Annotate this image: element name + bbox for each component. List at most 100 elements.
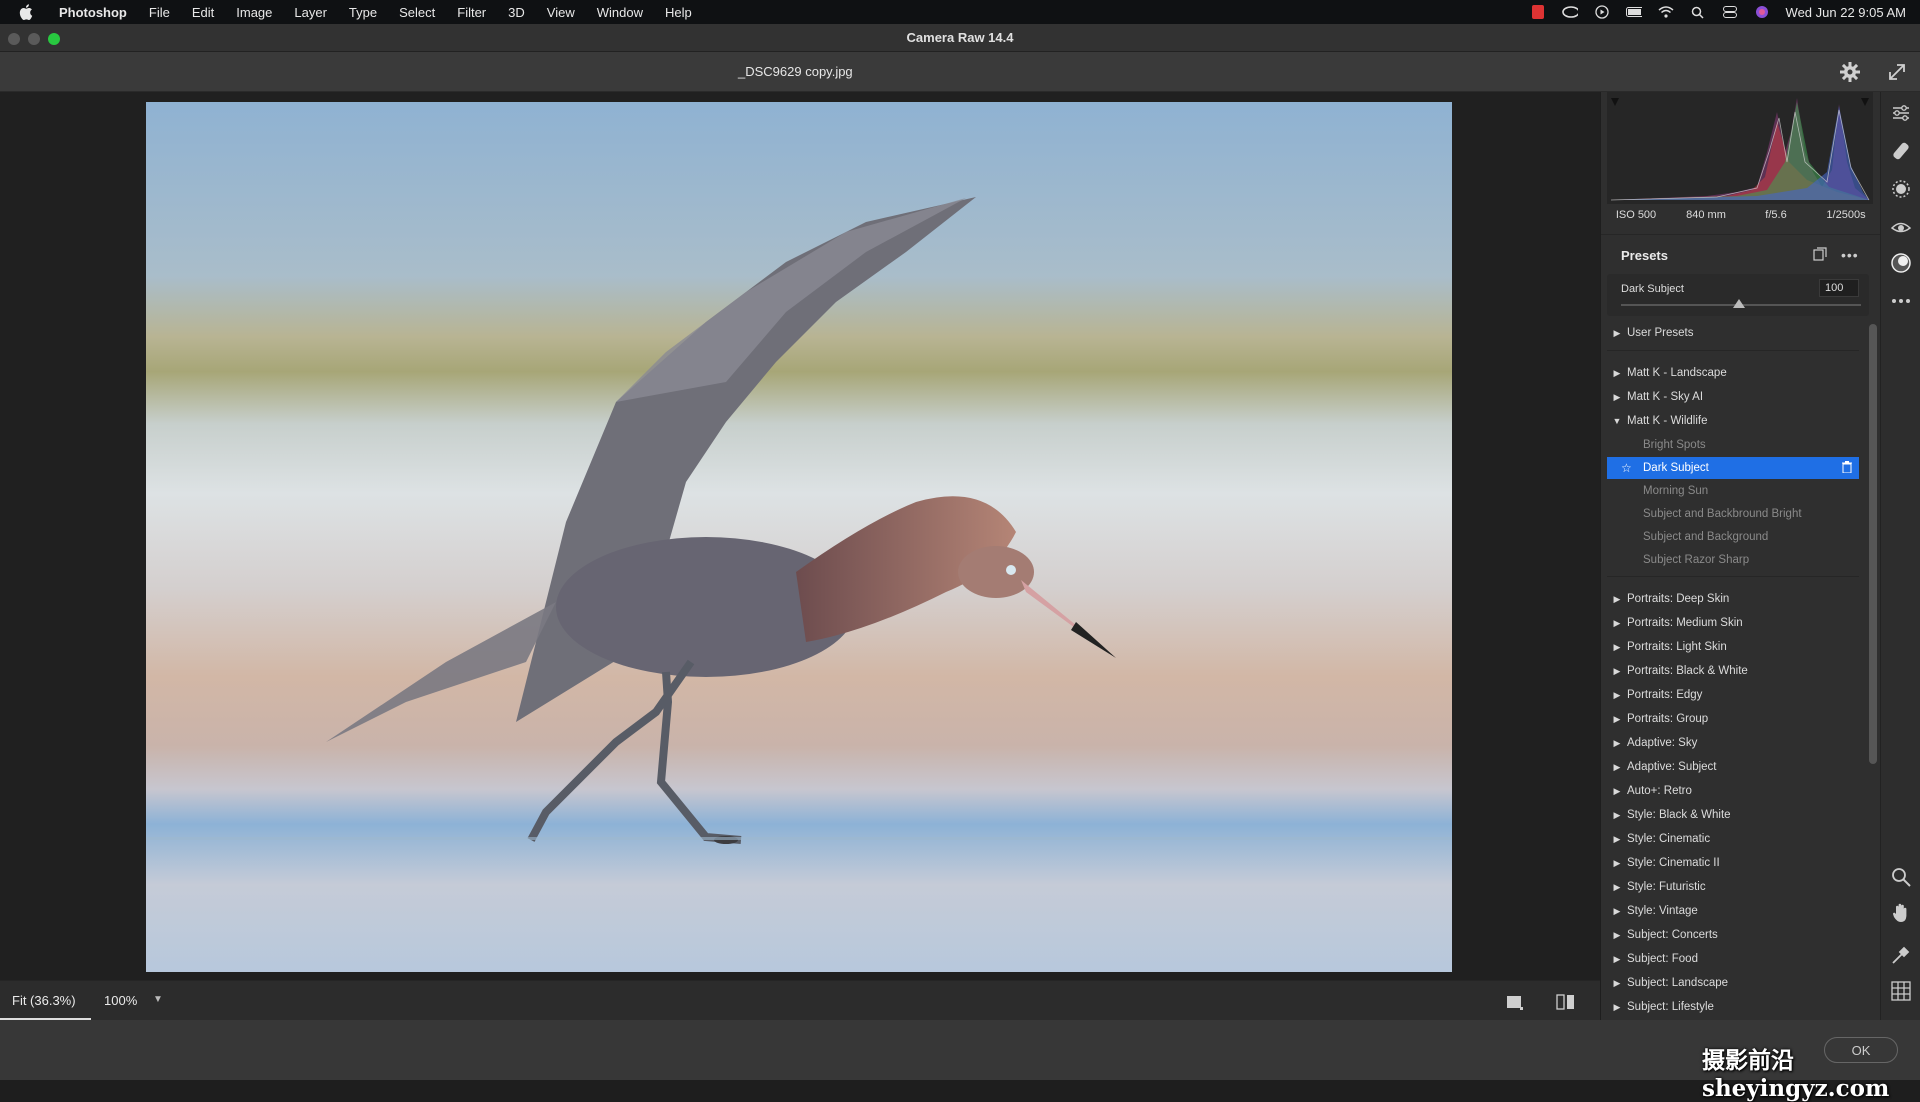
preset-group-row[interactable]: ▶ User Presets — [1607, 322, 1859, 344]
preset-amount-input[interactable]: 100 — [1819, 279, 1859, 297]
grid-icon[interactable] — [1890, 980, 1912, 1002]
before-after-icon[interactable] — [1556, 993, 1576, 1011]
histogram[interactable] — [1607, 92, 1873, 204]
edit-sliders-icon[interactable] — [1890, 102, 1912, 124]
zoom-icon[interactable] — [1890, 866, 1912, 888]
menu-select[interactable]: Select — [388, 5, 446, 20]
preset-group-row[interactable]: ▶ Adaptive: Sky — [1607, 732, 1859, 754]
menu-3d[interactable]: 3D — [497, 5, 536, 20]
preset-group-row[interactable]: ▶ Subject: Lifestyle — [1607, 996, 1859, 1018]
gear-icon[interactable] — [1839, 61, 1861, 83]
caret-right-icon[interactable]: ▶ — [1607, 1002, 1627, 1013]
preset-group-row[interactable]: ▶ Subject: Food — [1607, 948, 1859, 970]
creative-cloud-icon[interactable] — [1561, 5, 1578, 19]
caret-right-icon[interactable]: ▶ — [1607, 642, 1627, 653]
caret-right-icon[interactable]: ▶ — [1607, 762, 1627, 773]
siri-icon[interactable] — [1754, 5, 1770, 19]
scrollbar-thumb[interactable] — [1869, 324, 1877, 764]
caret-right-icon[interactable]: ▶ — [1607, 618, 1627, 629]
single-view-icon[interactable] — [1506, 993, 1524, 1011]
preset-amount-slider-handle[interactable] — [1733, 299, 1745, 308]
preset-item[interactable]: Morning Sun — [1607, 480, 1859, 502]
preset-list-scrollbar[interactable] — [1869, 324, 1877, 1014]
caret-right-icon[interactable]: ▶ — [1607, 858, 1627, 869]
caret-right-icon[interactable]: ▶ — [1607, 368, 1627, 379]
preset-item-selected[interactable]: ☆ Dark Subject — [1607, 457, 1859, 479]
caret-right-icon[interactable]: ▶ — [1607, 714, 1627, 725]
preset-item[interactable]: Subject and Backbround Bright — [1607, 503, 1859, 525]
preset-group-row[interactable]: ▶ Style: Futuristic — [1607, 876, 1859, 898]
preset-group-row[interactable]: ▶ Auto+: Retro — [1607, 780, 1859, 802]
caret-right-icon[interactable]: ▶ — [1607, 594, 1627, 605]
menu-filter[interactable]: Filter — [446, 5, 497, 20]
more-icon[interactable] — [1890, 290, 1912, 312]
preset-group-row[interactable]: ▶ Style: Cinematic II — [1607, 852, 1859, 874]
menu-app-name[interactable]: Photoshop — [48, 5, 138, 20]
caret-right-icon[interactable]: ▶ — [1607, 810, 1627, 821]
status-red-app-icon[interactable] — [1530, 5, 1546, 19]
menu-file[interactable]: File — [138, 5, 181, 20]
delete-preset-icon[interactable] — [1842, 461, 1852, 474]
caret-right-icon[interactable]: ▶ — [1607, 738, 1627, 749]
preset-group-row[interactable]: ▶ Portraits: Group — [1607, 708, 1859, 730]
caret-right-icon[interactable]: ▶ — [1607, 392, 1627, 403]
fullscreen-icon[interactable] — [1886, 61, 1908, 83]
menu-type[interactable]: Type — [338, 5, 388, 20]
menu-window[interactable]: Window — [586, 5, 654, 20]
preset-group-row[interactable]: ▶ Subject: Landscape — [1607, 972, 1859, 994]
caret-right-icon[interactable]: ▶ — [1607, 954, 1627, 965]
caret-right-icon[interactable]: ▶ — [1607, 978, 1627, 989]
control-center-icon[interactable] — [1722, 5, 1738, 19]
mask-icon[interactable] — [1890, 178, 1912, 200]
caret-right-icon[interactable]: ▶ — [1607, 328, 1627, 339]
preset-group-row[interactable]: ▼ Matt K - Wildlife — [1607, 410, 1859, 432]
preset-group-row[interactable]: ▶ Style: Black & White — [1607, 804, 1859, 826]
preset-group-row[interactable]: ▶ Portraits: Light Skin — [1607, 636, 1859, 658]
apple-icon[interactable] — [18, 4, 34, 20]
chevron-down-icon[interactable]: ▼ — [153, 994, 163, 1005]
caret-right-icon[interactable]: ▶ — [1607, 906, 1627, 917]
menu-edit[interactable]: Edit — [181, 5, 225, 20]
menu-help[interactable]: Help — [654, 5, 703, 20]
favorite-star-icon[interactable]: ☆ — [1621, 461, 1643, 475]
preset-group-row[interactable]: ▶ Adaptive: Subject — [1607, 756, 1859, 778]
preset-group-row[interactable]: ▶ Style: Cinematic — [1607, 828, 1859, 850]
presets-icon[interactable] — [1890, 252, 1912, 274]
zoom-100-button[interactable]: 100% — [104, 993, 137, 1008]
menu-view[interactable]: View — [536, 5, 586, 20]
preset-group-row[interactable]: ▶ Matt K - Landscape — [1607, 362, 1859, 384]
preset-group-row[interactable]: ▶ Matt K - Sky AI — [1607, 386, 1859, 408]
spotlight-search-icon[interactable] — [1690, 5, 1706, 19]
photo-preview[interactable] — [146, 102, 1452, 972]
preset-group-row[interactable]: ▶ Style: Vintage — [1607, 900, 1859, 922]
image-canvas[interactable] — [0, 92, 1600, 980]
create-preset-icon[interactable] — [1813, 247, 1827, 261]
preset-item[interactable]: Subject and Background — [1607, 526, 1859, 548]
preset-group-row[interactable]: ▶ Portraits: Black & White — [1607, 660, 1859, 682]
caret-right-icon[interactable]: ▶ — [1607, 666, 1627, 677]
caret-right-icon[interactable]: ▶ — [1607, 930, 1627, 941]
caret-right-icon[interactable]: ▶ — [1607, 690, 1627, 701]
color-sampler-icon[interactable] — [1890, 944, 1912, 966]
preset-item[interactable]: Subject Razor Sharp — [1607, 549, 1859, 571]
preset-group-row[interactable]: ▶ Portraits: Medium Skin — [1607, 612, 1859, 634]
menu-image[interactable]: Image — [225, 5, 283, 20]
caret-right-icon[interactable]: ▶ — [1607, 786, 1627, 797]
hand-icon[interactable] — [1890, 902, 1912, 924]
preset-group-row[interactable]: ▶ Subject: Concerts — [1607, 924, 1859, 946]
more-options-icon[interactable]: ••• — [1841, 247, 1859, 263]
battery-icon[interactable] — [1625, 5, 1642, 19]
zoom-fit-button[interactable]: Fit (36.3%) — [0, 981, 91, 1020]
preset-group-row[interactable]: ▶ Portraits: Edgy — [1607, 684, 1859, 706]
heal-brush-icon[interactable] — [1890, 140, 1912, 162]
caret-right-icon[interactable]: ▶ — [1607, 834, 1627, 845]
preset-item[interactable]: Bright Spots — [1607, 434, 1859, 456]
play-icon[interactable] — [1594, 5, 1610, 19]
wifi-icon[interactable] — [1658, 5, 1674, 19]
menu-layer[interactable]: Layer — [283, 5, 338, 20]
menubar-clock[interactable]: Wed Jun 22 9:05 AM — [1786, 5, 1906, 20]
caret-right-icon[interactable]: ▶ — [1607, 882, 1627, 893]
preset-group-row[interactable]: ▶ Portraits: Deep Skin — [1607, 588, 1859, 610]
caret-down-icon[interactable]: ▼ — [1607, 416, 1627, 426]
red-eye-icon[interactable] — [1890, 216, 1912, 238]
